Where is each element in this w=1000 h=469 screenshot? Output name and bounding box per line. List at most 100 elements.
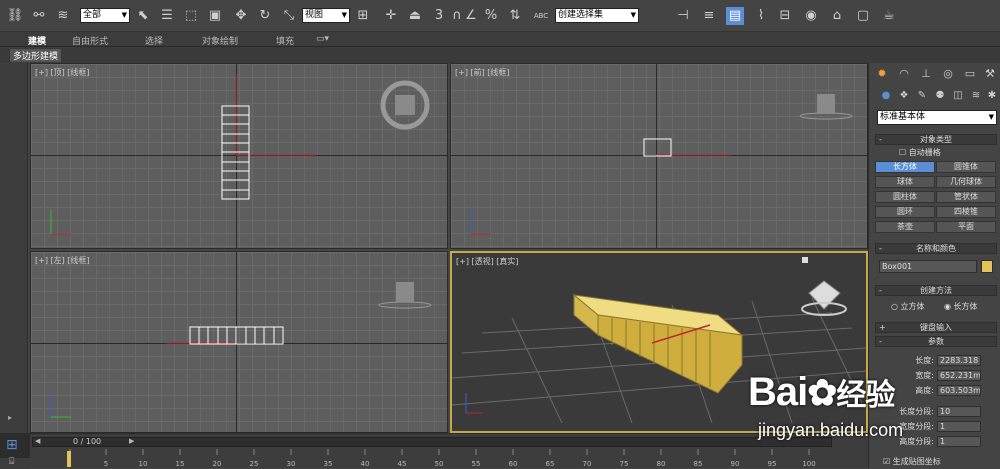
rect-selection-icon[interactable]: ⬚ xyxy=(182,7,200,25)
plane-button[interactable]: 平面 xyxy=(936,221,996,233)
display-tab-icon[interactable]: ▭ xyxy=(961,65,979,83)
mirror-icon[interactable]: ⊣ xyxy=(674,7,692,25)
viewport-left[interactable]: [+] [左] [线框] xyxy=(30,251,448,433)
geometry-icon[interactable]: ● xyxy=(877,87,895,105)
schematic-view-icon[interactable]: ⊟ xyxy=(776,7,794,25)
time-slider-area: ⊞ 0 / 100 ◀ ▶ ⌸ 5 10 15 20 25 30 35 40 4… xyxy=(0,433,868,469)
tick-label: 45 xyxy=(398,460,407,468)
angle-snap-icon[interactable]: ∠ xyxy=(462,7,480,25)
cube-radio[interactable]: ○ 立方体 xyxy=(891,301,925,312)
expand-arrow-icon[interactable]: ▸ xyxy=(8,413,12,422)
length-field[interactable]: 2283.318 xyxy=(937,355,981,366)
named-selection-dropdown[interactable]: 创建选择集 xyxy=(555,8,639,23)
edit-named-selection-icon[interactable]: ABC xyxy=(532,7,550,25)
name-color-title: 名称和颜色 xyxy=(916,244,956,253)
creation-method-rollout[interactable]: - 创建方法 xyxy=(875,285,997,296)
tab-modeling[interactable]: 建模 xyxy=(28,34,46,47)
left-view-geometry xyxy=(50,282,432,418)
material-editor-icon[interactable]: ◉ xyxy=(802,7,820,25)
slider-next-icon[interactable]: ▶ xyxy=(129,437,134,445)
curve-editor-icon[interactable]: ⌇ xyxy=(752,7,770,25)
tab-freeform[interactable]: 自由形式 xyxy=(72,34,108,47)
select-manipulate-icon[interactable]: ✛ xyxy=(382,7,400,25)
frame-counter: 0 / 100 xyxy=(73,437,102,446)
ribbon-options-icon[interactable]: ▭▾ xyxy=(316,34,329,44)
viewport-left-label[interactable]: [+] [左] [线框] xyxy=(35,255,90,266)
spinner-snap-icon[interactable]: ⇅ xyxy=(506,7,524,25)
utilities-tab-icon[interactable]: ⚒ xyxy=(981,65,999,83)
mini-listener-icon[interactable]: ⌸ xyxy=(0,457,30,469)
geosphere-button[interactable]: 几何球体 xyxy=(936,176,996,188)
pyramid-button[interactable]: 四棱锥 xyxy=(936,206,996,218)
time-ruler: 5 10 15 20 25 30 35 40 45 50 55 60 65 70… xyxy=(67,449,816,468)
tick-label: 65 xyxy=(546,460,555,468)
window-crossing-icon[interactable]: ▣ xyxy=(206,7,224,25)
shapes-icon[interactable]: ❖ xyxy=(895,87,913,105)
viewport-top[interactable]: [+] [顶] [线框] xyxy=(30,63,448,249)
autogrid-checkbox[interactable]: ☐ 自动栅格 xyxy=(899,147,941,158)
viewport-front[interactable]: [+] [前] [线框] xyxy=(450,63,868,249)
unlink-icon[interactable]: ⚯ xyxy=(30,7,48,25)
motion-tab-icon[interactable]: ◎ xyxy=(939,65,957,83)
align-icon[interactable]: ≡ xyxy=(700,7,718,25)
selection-filter-dropdown[interactable]: 全部 xyxy=(80,8,130,23)
object-color-swatch[interactable] xyxy=(981,260,993,273)
bind-spacewarp-icon[interactable]: ≋ xyxy=(54,7,72,25)
viewport-layout-icon[interactable]: ⊞ xyxy=(0,434,30,458)
cone-button[interactable]: 圆锥体 xyxy=(936,161,996,173)
select-link-icon[interactable]: ⛓ xyxy=(6,7,24,25)
select-by-name-icon[interactable]: ☰ xyxy=(158,7,176,25)
rotate-icon[interactable]: ↻ xyxy=(256,7,274,25)
ref-coord-dropdown[interactable]: 视图 xyxy=(302,8,350,23)
teapot-button[interactable]: 茶壶 xyxy=(875,221,935,233)
box-radio[interactable]: ◉ 长方体 xyxy=(944,301,978,312)
name-color-rollout[interactable]: - 名称和颜色 xyxy=(875,243,997,254)
viewport-top-label[interactable]: [+] [顶] [线框] xyxy=(35,67,90,78)
tick-label: 40 xyxy=(361,460,370,468)
render-setup-icon[interactable]: ⌂ xyxy=(828,7,846,25)
poly-modeling-label[interactable]: 多边形建模 xyxy=(10,49,62,62)
hierarchy-tab-icon[interactable]: ⊥ xyxy=(917,65,935,83)
box-button[interactable]: 长方体 xyxy=(875,161,935,173)
lights-icon[interactable]: ✎ xyxy=(913,87,931,105)
sub-ribbon: 多边形建模 xyxy=(0,47,1000,63)
viewport-front-label[interactable]: [+] [前] [线框] xyxy=(455,67,510,78)
keyboard-shortcut-icon[interactable]: ⏏ xyxy=(406,7,424,25)
cylinder-button[interactable]: 圆柱体 xyxy=(875,191,935,203)
torus-button[interactable]: 圆环 xyxy=(875,206,935,218)
render-teapot-icon[interactable]: ☕ xyxy=(880,7,898,25)
tab-populate[interactable]: 填充 xyxy=(276,34,294,47)
baidu-watermark: Bai✿经验 jingyan.baidu.com xyxy=(748,370,988,462)
parameters-rollout[interactable]: - 参数 xyxy=(875,336,997,347)
object-type-rollout[interactable]: - 对象类型 xyxy=(875,134,997,145)
viewport-persp-label[interactable]: [+] [透视] [真实] xyxy=(456,256,519,267)
create-tab-icon[interactable]: ✹ xyxy=(873,65,891,83)
tick-label: 35 xyxy=(324,460,333,468)
helpers-icon[interactable]: ◫ xyxy=(949,87,967,105)
pivot-center-icon[interactable]: ⊞ xyxy=(354,7,372,25)
systems-icon[interactable]: ✱ xyxy=(983,87,1000,105)
time-marker[interactable] xyxy=(67,451,71,467)
tick-label: 20 xyxy=(213,460,222,468)
tab-selection[interactable]: 选择 xyxy=(145,34,163,47)
tab-object-paint[interactable]: 对象绘制 xyxy=(202,34,238,47)
parameters-title: 参数 xyxy=(928,337,944,346)
sphere-button[interactable]: 球体 xyxy=(875,176,935,188)
tick-label: 15 xyxy=(176,460,185,468)
slider-prev-icon[interactable]: ◀ xyxy=(35,437,40,445)
scale-icon[interactable]: ⤡ xyxy=(280,7,298,25)
select-object-icon[interactable]: ⬉ xyxy=(134,7,152,25)
render-frame-icon[interactable]: ▢ xyxy=(854,7,872,25)
autogrid-label: 自动栅格 xyxy=(908,148,941,157)
snaps-toggle-icon[interactable]: 3 xyxy=(430,7,448,25)
time-slider[interactable]: 0 / 100 ◀ ▶ xyxy=(32,437,832,447)
layer-manager-icon[interactable]: ▤ xyxy=(726,7,744,25)
category-dropdown[interactable]: 标准基本体 xyxy=(877,110,997,125)
cameras-icon[interactable]: ⚉ xyxy=(931,87,949,105)
keyboard-entry-rollout[interactable]: + 键盘输入 xyxy=(875,322,997,333)
move-icon[interactable]: ✥ xyxy=(232,7,250,25)
percent-snap-icon[interactable]: % xyxy=(482,7,500,25)
object-name-field[interactable]: Box001 xyxy=(879,260,977,273)
modify-tab-icon[interactable]: ◠ xyxy=(895,65,913,83)
tube-button[interactable]: 管状体 xyxy=(936,191,996,203)
